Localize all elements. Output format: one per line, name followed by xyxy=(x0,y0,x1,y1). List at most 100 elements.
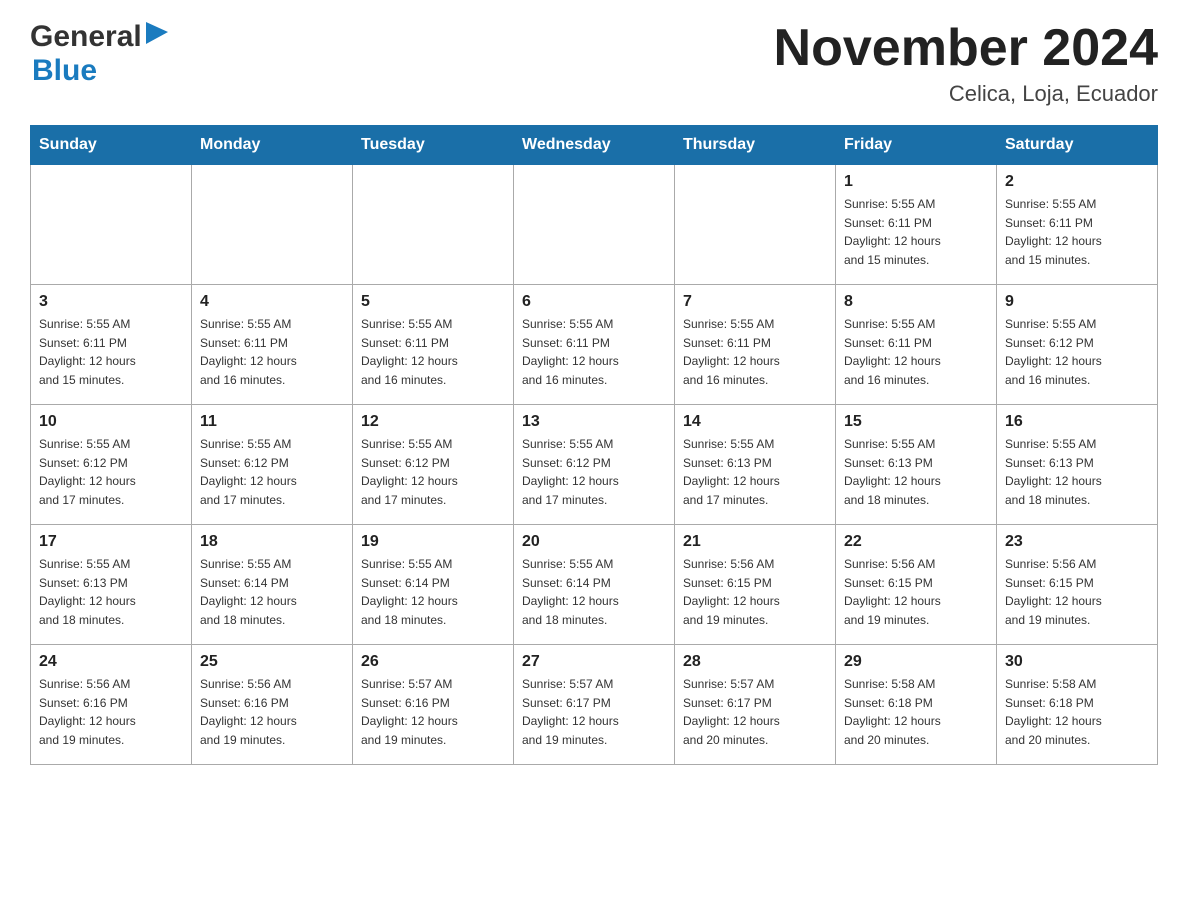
col-header-saturday: Saturday xyxy=(997,126,1158,165)
day-number: 15 xyxy=(844,413,988,431)
day-number: 7 xyxy=(683,293,827,311)
calendar-cell: 17 Sunrise: 5:55 AM Sunset: 6:13 PM Dayli… xyxy=(31,525,192,645)
day-info: Sunrise: 5:55 AM Sunset: 6:12 PM Dayligh… xyxy=(39,435,183,509)
day-number: 4 xyxy=(200,293,344,311)
day-number: 1 xyxy=(844,173,988,191)
day-info: Sunrise: 5:55 AM Sunset: 6:14 PM Dayligh… xyxy=(522,555,666,629)
col-header-thursday: Thursday xyxy=(675,126,836,165)
day-number: 6 xyxy=(522,293,666,311)
logo: General Blue xyxy=(30,20,168,88)
day-number: 25 xyxy=(200,653,344,671)
calendar-cell: 14 Sunrise: 5:55 AM Sunset: 6:13 PM Dayli… xyxy=(675,405,836,525)
logo-general-text: General xyxy=(30,20,142,54)
week-row-3: 10Sunrise: 5:55 AM Sunset: 6:12 PM Dayli… xyxy=(31,405,1158,525)
calendar-cell: 4Sunrise: 5:55 AM Sunset: 6:11 PM Daylig… xyxy=(192,285,353,405)
calendar-cell: 10Sunrise: 5:55 AM Sunset: 6:12 PM Dayli… xyxy=(31,405,192,525)
calendar-cell: 5 Sunrise: 5:55 AM Sunset: 6:11 PM Daylig… xyxy=(353,285,514,405)
location-title: Celica, Loja, Ecuador xyxy=(774,81,1158,107)
day-number: 17 xyxy=(39,533,183,551)
calendar-cell: 24 Sunrise: 5:56 AM Sunset: 6:16 PM Dayli… xyxy=(31,645,192,765)
calendar-cell: 13Sunrise: 5:55 AM Sunset: 6:12 PM Dayli… xyxy=(514,405,675,525)
day-info: Sunrise: 5:55 AM Sunset: 6:14 PM Dayligh… xyxy=(200,555,344,629)
calendar-cell: 7 Sunrise: 5:55 AM Sunset: 6:11 PM Daylig… xyxy=(675,285,836,405)
day-info: Sunrise: 5:57 AM Sunset: 6:17 PM Dayligh… xyxy=(522,675,666,749)
day-number: 29 xyxy=(844,653,988,671)
calendar-cell xyxy=(192,165,353,285)
day-info: Sunrise: 5:56 AM Sunset: 6:15 PM Dayligh… xyxy=(683,555,827,629)
day-number: 23 xyxy=(1005,533,1149,551)
day-info: Sunrise: 5:56 AM Sunset: 6:16 PM Dayligh… xyxy=(39,675,183,749)
day-number: 30 xyxy=(1005,653,1149,671)
calendar-table: SundayMondayTuesdayWednesdayThursdayFrid… xyxy=(30,125,1158,765)
col-header-friday: Friday xyxy=(836,126,997,165)
day-number: 28 xyxy=(683,653,827,671)
calendar-cell: 8Sunrise: 5:55 AM Sunset: 6:11 PM Daylig… xyxy=(836,285,997,405)
day-info: Sunrise: 5:58 AM Sunset: 6:18 PM Dayligh… xyxy=(844,675,988,749)
calendar-cell: 1 Sunrise: 5:55 AM Sunset: 6:11 PM Daylig… xyxy=(836,165,997,285)
day-info: Sunrise: 5:55 AM Sunset: 6:11 PM Dayligh… xyxy=(361,315,505,389)
calendar-cell xyxy=(675,165,836,285)
calendar-cell: 19 Sunrise: 5:55 AM Sunset: 6:14 PM Dayli… xyxy=(353,525,514,645)
calendar-cell xyxy=(353,165,514,285)
day-info: Sunrise: 5:55 AM Sunset: 6:11 PM Dayligh… xyxy=(39,315,183,389)
calendar-cell: 30 Sunrise: 5:58 AM Sunset: 6:18 PM Dayli… xyxy=(997,645,1158,765)
day-number: 18 xyxy=(200,533,344,551)
col-header-monday: Monday xyxy=(192,126,353,165)
calendar-cell: 28 Sunrise: 5:57 AM Sunset: 6:17 PM Dayli… xyxy=(675,645,836,765)
day-info: Sunrise: 5:58 AM Sunset: 6:18 PM Dayligh… xyxy=(1005,675,1149,749)
day-number: 5 xyxy=(361,293,505,311)
day-number: 2 xyxy=(1005,173,1149,191)
calendar-cell: 15Sunrise: 5:55 AM Sunset: 6:13 PM Dayli… xyxy=(836,405,997,525)
calendar-cell: 29 Sunrise: 5:58 AM Sunset: 6:18 PM Dayli… xyxy=(836,645,997,765)
day-number: 13 xyxy=(522,413,666,431)
calendar-cell: 22 Sunrise: 5:56 AM Sunset: 6:15 PM Dayli… xyxy=(836,525,997,645)
week-row-1: 1 Sunrise: 5:55 AM Sunset: 6:11 PM Daylig… xyxy=(31,165,1158,285)
week-row-4: 17 Sunrise: 5:55 AM Sunset: 6:13 PM Dayli… xyxy=(31,525,1158,645)
day-info: Sunrise: 5:55 AM Sunset: 6:13 PM Dayligh… xyxy=(1005,435,1149,509)
week-row-5: 24 Sunrise: 5:56 AM Sunset: 6:16 PM Dayli… xyxy=(31,645,1158,765)
calendar-cell: 12Sunrise: 5:55 AM Sunset: 6:12 PM Dayli… xyxy=(353,405,514,525)
month-title: November 2024 xyxy=(774,20,1158,77)
day-info: Sunrise: 5:55 AM Sunset: 6:14 PM Dayligh… xyxy=(361,555,505,629)
calendar-cell: 25 Sunrise: 5:56 AM Sunset: 6:16 PM Dayli… xyxy=(192,645,353,765)
day-number: 26 xyxy=(361,653,505,671)
col-header-wednesday: Wednesday xyxy=(514,126,675,165)
col-header-tuesday: Tuesday xyxy=(353,126,514,165)
col-header-sunday: Sunday xyxy=(31,126,192,165)
day-info: Sunrise: 5:55 AM Sunset: 6:11 PM Dayligh… xyxy=(683,315,827,389)
day-info: Sunrise: 5:55 AM Sunset: 6:12 PM Dayligh… xyxy=(200,435,344,509)
calendar-cell: 20Sunrise: 5:55 AM Sunset: 6:14 PM Dayli… xyxy=(514,525,675,645)
title-section: November 2024 Celica, Loja, Ecuador xyxy=(774,20,1158,107)
day-number: 19 xyxy=(361,533,505,551)
logo-blue-text: Blue xyxy=(30,54,97,87)
day-info: Sunrise: 5:55 AM Sunset: 6:12 PM Dayligh… xyxy=(1005,315,1149,389)
calendar-cell: 26 Sunrise: 5:57 AM Sunset: 6:16 PM Dayli… xyxy=(353,645,514,765)
day-info: Sunrise: 5:56 AM Sunset: 6:16 PM Dayligh… xyxy=(200,675,344,749)
calendar-cell: 6 Sunrise: 5:55 AM Sunset: 6:11 PM Daylig… xyxy=(514,285,675,405)
day-info: Sunrise: 5:55 AM Sunset: 6:13 PM Dayligh… xyxy=(683,435,827,509)
calendar-cell: 2 Sunrise: 5:55 AM Sunset: 6:11 PM Daylig… xyxy=(997,165,1158,285)
calendar-cell: 3 Sunrise: 5:55 AM Sunset: 6:11 PM Daylig… xyxy=(31,285,192,405)
day-number: 16 xyxy=(1005,413,1149,431)
day-number: 21 xyxy=(683,533,827,551)
day-info: Sunrise: 5:55 AM Sunset: 6:13 PM Dayligh… xyxy=(39,555,183,629)
day-info: Sunrise: 5:55 AM Sunset: 6:11 PM Dayligh… xyxy=(844,195,988,269)
day-number: 27 xyxy=(522,653,666,671)
day-number: 3 xyxy=(39,293,183,311)
day-number: 22 xyxy=(844,533,988,551)
header-row: SundayMondayTuesdayWednesdayThursdayFrid… xyxy=(31,126,1158,165)
day-number: 9 xyxy=(1005,293,1149,311)
day-info: Sunrise: 5:56 AM Sunset: 6:15 PM Dayligh… xyxy=(844,555,988,629)
day-info: Sunrise: 5:55 AM Sunset: 6:12 PM Dayligh… xyxy=(361,435,505,509)
day-number: 14 xyxy=(683,413,827,431)
day-number: 24 xyxy=(39,653,183,671)
day-info: Sunrise: 5:55 AM Sunset: 6:11 PM Dayligh… xyxy=(522,315,666,389)
calendar-cell: 27 Sunrise: 5:57 AM Sunset: 6:17 PM Dayli… xyxy=(514,645,675,765)
calendar-cell: 18 Sunrise: 5:55 AM Sunset: 6:14 PM Dayli… xyxy=(192,525,353,645)
day-info: Sunrise: 5:55 AM Sunset: 6:11 PM Dayligh… xyxy=(1005,195,1149,269)
day-info: Sunrise: 5:57 AM Sunset: 6:17 PM Dayligh… xyxy=(683,675,827,749)
day-info: Sunrise: 5:55 AM Sunset: 6:11 PM Dayligh… xyxy=(844,315,988,389)
calendar-cell: 16 Sunrise: 5:55 AM Sunset: 6:13 PM Dayli… xyxy=(997,405,1158,525)
logo-arrow-icon xyxy=(146,22,168,49)
day-info: Sunrise: 5:57 AM Sunset: 6:16 PM Dayligh… xyxy=(361,675,505,749)
